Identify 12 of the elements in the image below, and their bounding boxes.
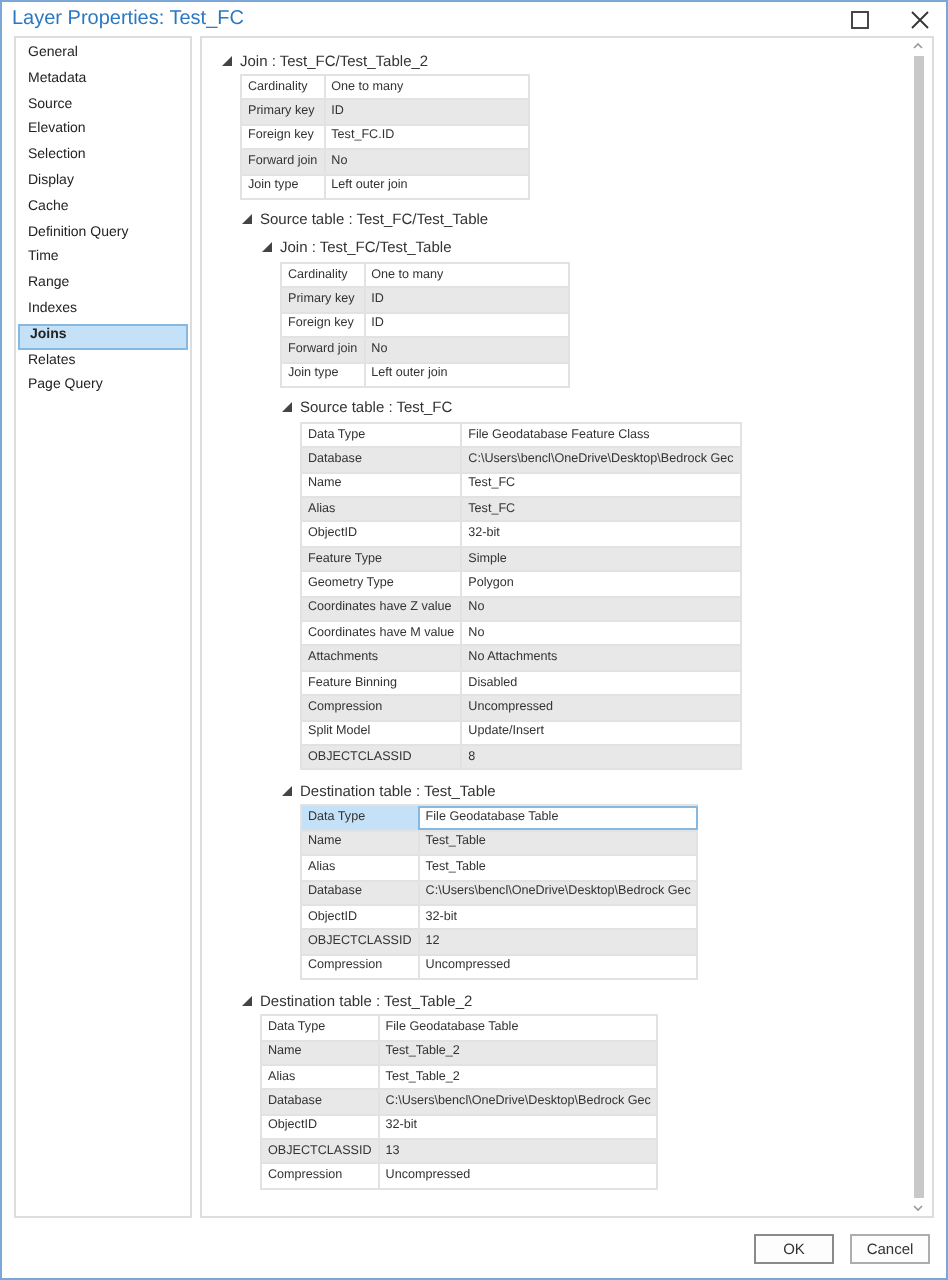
maximize-icon[interactable] [850, 9, 870, 29]
scroll-up-icon[interactable] [912, 42, 924, 50]
window-title: Layer Properties: Test_FC [12, 8, 246, 30]
close-icon[interactable] [910, 9, 930, 29]
expanded-triangle-icon[interactable] [222, 55, 232, 65]
scrollbar[interactable] [910, 42, 926, 1212]
expanded-triangle-icon[interactable] [282, 402, 292, 413]
expanded-triangle-icon[interactable] [282, 785, 292, 796]
expanded-triangle-icon[interactable] [242, 214, 252, 225]
expanded-triangle-icon[interactable] [262, 242, 272, 253]
scroll-down-icon[interactable] [912, 1204, 924, 1212]
expanded-triangle-icon[interactable] [242, 995, 252, 1006]
